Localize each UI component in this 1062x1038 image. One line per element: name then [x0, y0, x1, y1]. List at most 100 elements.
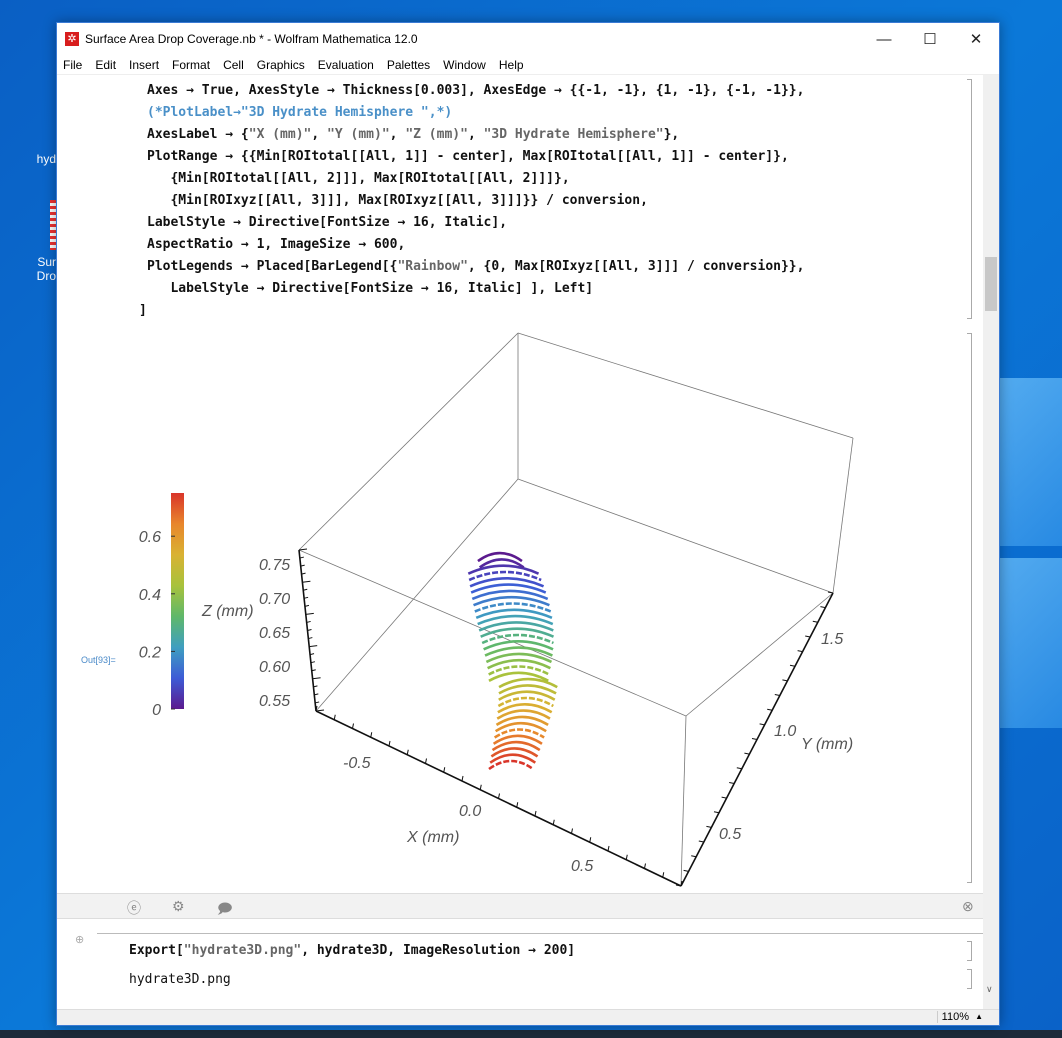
cell-divider	[97, 933, 983, 934]
cell-bracket[interactable]	[967, 79, 972, 319]
menu-format[interactable]: Format	[172, 58, 210, 72]
menu-graphics[interactable]: Graphics	[257, 58, 305, 72]
menu-evaluation[interactable]: Evaluation	[318, 58, 374, 72]
code-text: Export[	[129, 943, 184, 958]
y-tick	[744, 752, 750, 755]
desktop-icon-label[interactable]: hyd	[0, 152, 56, 166]
menu-window[interactable]: Window	[443, 58, 486, 72]
scroll-down-icon[interactable]: ∨	[986, 984, 993, 995]
3d-plot[interactable]: 0.550.600.650.700.75-0.50.00.50.51.01.5X…	[57, 75, 983, 915]
code-string: "hydrate3D.png"	[183, 943, 302, 958]
z-tick	[309, 645, 318, 648]
vertical-scrollbar[interactable]: ∨	[983, 75, 999, 1011]
menu-bar: File Edit Insert Format Cell Graphics Evaluati…	[57, 55, 999, 75]
box-edge	[517, 332, 854, 439]
x-tick	[479, 784, 482, 790]
desktop-icon-label[interactable]: Dro	[0, 269, 56, 283]
y-tick	[827, 591, 834, 594]
data-point-arc	[488, 759, 534, 771]
x-tick	[333, 714, 336, 720]
z-tick	[302, 580, 311, 583]
mathematica-window: ✲ Surface Area Drop Coverage.nb * - Wolf…	[56, 22, 1000, 1026]
x-tick	[443, 767, 446, 773]
cell-bracket[interactable]	[967, 969, 972, 989]
y-tick	[698, 840, 704, 843]
y-tick	[736, 767, 742, 770]
menu-palettes[interactable]: Palettes	[387, 58, 430, 72]
zoom-level[interactable]: 110%	[936, 1011, 969, 1023]
box-edge	[298, 332, 519, 551]
status-bar: 110% ▲	[57, 1009, 999, 1025]
gear-icon[interactable]: ⚙	[172, 898, 185, 915]
cell-bracket[interactable]	[967, 941, 972, 961]
menu-file[interactable]: File	[63, 58, 82, 72]
x-tick	[498, 793, 500, 799]
code-text: , hydrate3D, ImageResolution → 200]	[301, 943, 576, 958]
zoom-up-icon[interactable]: ▲	[975, 1012, 983, 1021]
export-output[interactable]: hydrate3D.png	[129, 972, 231, 987]
z-tick	[312, 677, 321, 680]
y-tick	[797, 650, 803, 653]
y-tick	[789, 664, 796, 667]
x-tick	[534, 810, 537, 817]
z-tick-label: 0.60	[259, 659, 290, 676]
menu-help[interactable]: Help	[499, 58, 524, 72]
x-tick	[571, 828, 573, 834]
y-tick	[774, 694, 780, 697]
x-tick	[406, 749, 409, 755]
legend-tick-label: 0.2	[139, 644, 161, 661]
y-tick	[820, 606, 826, 609]
legend-tick-label: 0.4	[139, 587, 161, 604]
x-tick	[552, 819, 555, 825]
y-tick	[713, 811, 720, 814]
menu-insert[interactable]: Insert	[129, 58, 159, 72]
z-tick-label: 0.75	[259, 557, 290, 574]
x-tick-label: 0.5	[571, 858, 593, 875]
z-axis-label: Z (mm)	[201, 603, 254, 620]
y-tick	[691, 855, 697, 858]
x-tick	[607, 845, 610, 852]
cell-insertion-point[interactable]: ⊕	[75, 933, 84, 946]
wolfram-alpha-icon[interactable]: ⓔ	[127, 898, 141, 918]
cell-bracket[interactable]	[967, 333, 972, 883]
minimize-button[interactable]: —	[861, 31, 907, 48]
x-tick	[662, 872, 665, 878]
y-tick	[759, 723, 765, 726]
menu-cell[interactable]: Cell	[223, 58, 244, 72]
desktop-icon-label[interactable]: Sur	[0, 255, 56, 269]
comment-icon[interactable]: 🗩	[217, 898, 233, 922]
box-edge	[680, 715, 687, 887]
y-tick	[751, 738, 758, 740]
export-input[interactable]: Export["hydrate3D.png", hydrate3D, Image…	[129, 943, 575, 958]
x-tick-label: 0.0	[459, 803, 481, 820]
x-tick	[461, 775, 464, 782]
suggestions-bar: ⓔ ⚙ 🗩 ⊗	[57, 893, 983, 919]
legend-tick-label: 0.6	[139, 529, 161, 546]
mathematica-logo-icon: ✲	[65, 32, 79, 46]
close-bar-button[interactable]: ⊗	[962, 898, 974, 915]
x-axis-label: X (mm)	[406, 829, 459, 846]
y-tick	[721, 796, 727, 799]
scrollbar-thumb[interactable]	[985, 257, 997, 311]
y-tick	[706, 825, 712, 828]
x-tick	[425, 758, 427, 764]
title-bar: ✲ Surface Area Drop Coverage.nb * - Wolf…	[57, 23, 999, 55]
y-tick	[805, 635, 811, 638]
menu-edit[interactable]: Edit	[95, 58, 116, 72]
windows-logo-pane	[1000, 378, 1062, 546]
taskbar	[0, 1030, 1062, 1038]
close-button[interactable]: ✕	[953, 30, 999, 48]
y-tick	[683, 869, 689, 872]
x-tick	[516, 802, 519, 808]
box-edge	[517, 478, 834, 594]
y-tick-label: 0.5	[719, 826, 741, 843]
windows-logo-pane	[1000, 558, 1062, 728]
y-tick	[782, 679, 788, 682]
z-tick	[305, 612, 314, 615]
y-tick-label: 1.0	[774, 723, 796, 740]
legend-tick-label: 0	[152, 702, 161, 719]
box-edge	[832, 437, 854, 594]
maximize-button[interactable]: ☐	[907, 30, 953, 48]
notebook-area[interactable]: Axes → True, AxesStyle → Thickness[0.003…	[57, 75, 983, 915]
y-tick-label: 1.5	[821, 631, 843, 648]
